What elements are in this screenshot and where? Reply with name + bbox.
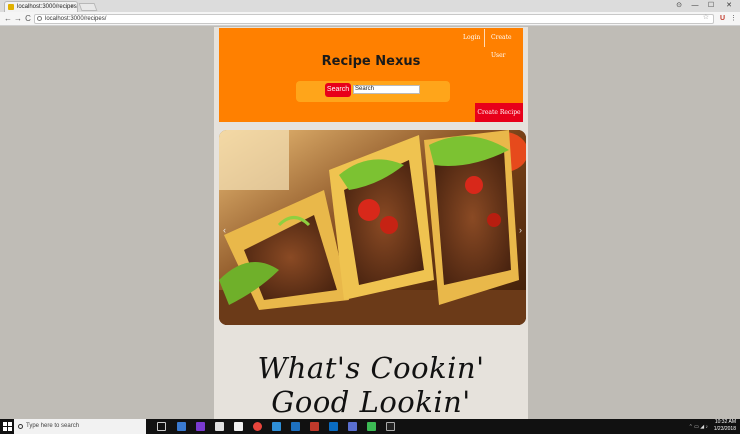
menu-icon[interactable]: ⋮	[729, 13, 738, 25]
vscode-icon[interactable]	[329, 422, 338, 431]
windows-start-icon[interactable]	[3, 422, 12, 431]
site-header: Login Create User Recipe Nexus Search Se…	[219, 28, 523, 122]
taskbar-search-box[interactable]: Type here to search	[14, 419, 146, 434]
address-bar[interactable]: localhost:3000/recipes/ ☆	[34, 14, 714, 24]
login-link[interactable]: Login	[463, 29, 480, 47]
app-icon[interactable]	[367, 422, 376, 431]
windows-taskbar: Type here to search ⌃ ▭ ◢ ♪ 10:32 AM 1/2…	[0, 419, 740, 434]
content-panel: Login Create User Recipe Nexus Search Se…	[214, 27, 528, 419]
notepad-icon[interactable]	[215, 422, 224, 431]
create-user-link[interactable]: Create User	[491, 29, 523, 59]
minimize-icon[interactable]: —	[688, 0, 702, 12]
tacos-photo	[219, 130, 526, 325]
cortana-icon	[18, 424, 23, 429]
search-input[interactable]: Search	[353, 85, 420, 94]
file-explorer-icon[interactable]	[177, 422, 186, 431]
office-icon[interactable]	[310, 422, 319, 431]
page-viewport: Login Create User Recipe Nexus Search Se…	[0, 27, 740, 419]
create-recipe-button[interactable]: Create Recipe	[475, 103, 523, 122]
back-icon[interactable]: ←	[3, 13, 13, 25]
browser-toolbar: ← → C localhost:3000/recipes/ ☆	[0, 12, 740, 26]
store-icon[interactable]	[234, 422, 243, 431]
nav-divider	[484, 29, 485, 47]
search-button[interactable]: Search	[325, 83, 351, 97]
edge-icon[interactable]	[291, 422, 300, 431]
extension-icon[interactable]: U	[718, 13, 727, 25]
taskbar-search-placeholder: Type here to search	[26, 423, 80, 429]
clock[interactable]: 10:32 AM 1/23/2018	[714, 419, 736, 434]
photos-icon[interactable]	[348, 422, 357, 431]
site-favicon-icon	[8, 4, 14, 10]
address-text: localhost:3000/recipes/	[45, 16, 107, 22]
info-icon	[37, 16, 42, 21]
clock-time: 10:32 AM	[714, 419, 736, 425]
new-tab-button[interactable]	[78, 3, 98, 11]
visual-studio-icon[interactable]	[196, 422, 205, 431]
clock-date: 1/23/2018	[713, 426, 736, 432]
terminal-icon[interactable]	[386, 422, 395, 431]
maximize-icon[interactable]: ☐	[704, 0, 718, 12]
tab-close-icon[interactable]: ×	[70, 2, 74, 12]
chrome-icon[interactable]	[253, 422, 262, 431]
search-bar: Search Search	[296, 81, 450, 102]
hero-image-tacos: ‹ ›	[219, 130, 526, 325]
forward-icon[interactable]: →	[13, 13, 23, 25]
carousel-next-icon[interactable]: ›	[519, 225, 522, 235]
carousel-prev-icon[interactable]: ‹	[223, 225, 226, 235]
tab-title: localhost:3000/recipes	[17, 4, 77, 10]
browser-tabstrip: localhost:3000/recipes × ⊙ — ☐ ✕	[0, 0, 740, 12]
bookmark-star-icon[interactable]: ☆	[703, 14, 709, 22]
profile-icon[interactable]: ⊙	[672, 0, 686, 12]
browser-tab[interactable]: localhost:3000/recipes ×	[4, 1, 78, 12]
site-title: Recipe Nexus	[321, 54, 421, 69]
task-view-icon[interactable]	[157, 422, 166, 431]
mail-icon[interactable]	[272, 422, 281, 431]
close-window-icon[interactable]: ✕	[722, 0, 736, 12]
tagline: What's Cookin' Good Lookin'	[257, 351, 485, 419]
reload-icon[interactable]: C	[23, 13, 33, 25]
system-tray-icons[interactable]: ⌃ ▭ ◢ ♪	[689, 424, 708, 430]
